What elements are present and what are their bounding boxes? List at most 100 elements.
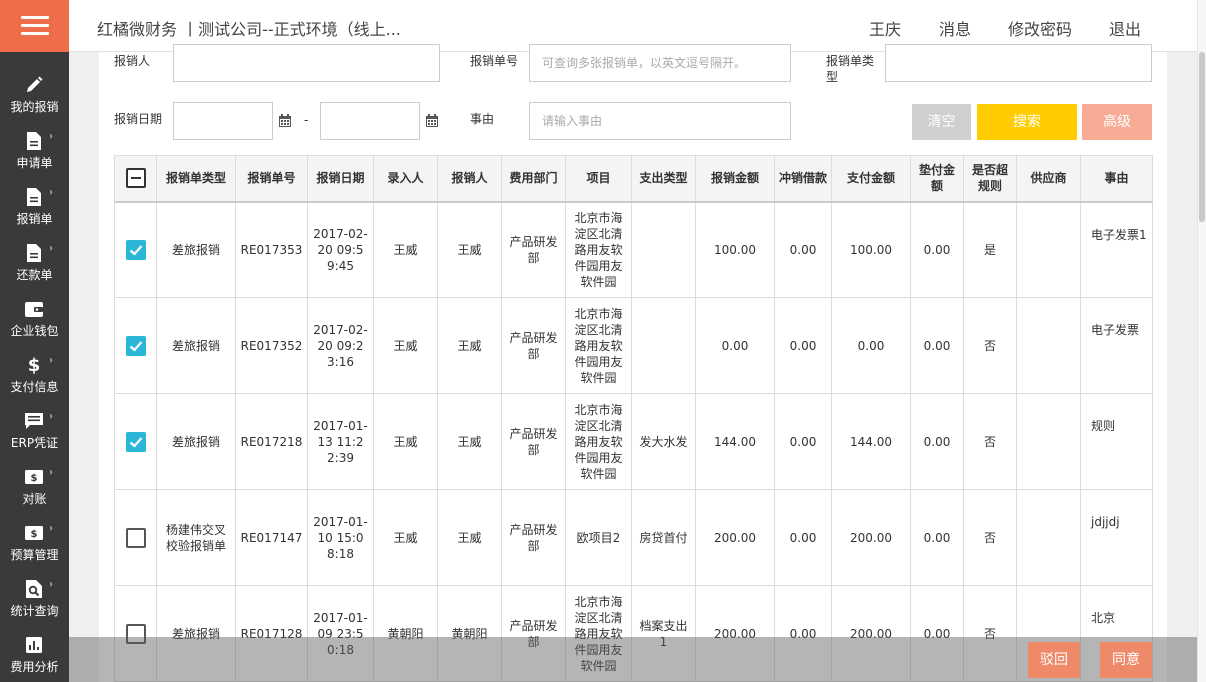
row-checkbox[interactable] xyxy=(125,239,146,260)
chevron-right-icon: › xyxy=(49,579,53,590)
cell-department: 产品研发部 xyxy=(501,393,566,490)
sidebar-item-label: ERP凭证 xyxy=(10,436,59,450)
sidebar-item-reconcile[interactable]: $ › 对账 xyxy=(0,454,69,510)
row-select-cell[interactable] xyxy=(114,201,157,298)
bar-chart-icon xyxy=(24,635,44,655)
sidebar-item-expense-analysis[interactable]: 费用分析 xyxy=(0,622,69,678)
column-header: 录入人 xyxy=(373,155,438,202)
cell-supplier xyxy=(1016,393,1081,490)
app-title: 红橘微财务 丨测试公司--正式环境（线上... xyxy=(97,20,401,39)
column-header: 报销金额 xyxy=(695,155,775,202)
chevron-right-icon: › xyxy=(49,411,53,422)
sidebar-item-label: 统计查询 xyxy=(10,604,59,618)
type-label: 报销单类型 xyxy=(826,54,875,84)
cell-expense-type: 发大水发 xyxy=(631,393,696,490)
cell-reimburser: 王威 xyxy=(437,489,502,586)
clear-button[interactable]: 清空 xyxy=(912,104,971,140)
sidebar-item-my-reimbursement[interactable]: 我的报销 xyxy=(0,62,69,118)
sidebar-item-label: 支付信息 xyxy=(10,380,59,394)
cell-entered-by: 王威 xyxy=(373,297,438,394)
menu-toggle-button[interactable] xyxy=(0,0,69,52)
pencil-icon xyxy=(24,75,44,95)
sidebar-item-label: 申请单 xyxy=(16,156,53,170)
approve-button[interactable]: 同意 xyxy=(1100,642,1152,678)
sidebar-item-label: 还款单 xyxy=(16,268,53,282)
column-header: 支出类型 xyxy=(631,155,696,202)
reimburser-input[interactable] xyxy=(173,44,440,82)
date-separator: - xyxy=(304,113,309,127)
cell-project: 北京市海淀区北清路用友软件园用友软件园 xyxy=(565,393,632,490)
user-name-link[interactable]: 王庆 xyxy=(869,16,901,40)
cell-entered-by: 王威 xyxy=(373,489,438,586)
sidebar-item-label: 预算管理 xyxy=(10,548,59,562)
messages-link[interactable]: 消息 xyxy=(939,16,971,40)
row-select-cell[interactable] xyxy=(114,393,157,490)
cell-expense-type xyxy=(631,201,696,298)
logout-link[interactable]: 退出 xyxy=(1109,16,1141,40)
cell-reimburser: 王威 xyxy=(437,393,502,490)
cell-expense-type xyxy=(631,297,696,394)
row-checkbox[interactable] xyxy=(125,431,146,452)
advanced-button[interactable]: 高级 xyxy=(1082,104,1152,140)
date-to-input[interactable] xyxy=(320,102,420,140)
number-input[interactable]: 可查询多张报销单，以英文逗号隔开。 xyxy=(529,44,791,82)
table-row[interactable]: 差旅报销 RE017218 2017-01-13 11:22:39 王威 王威 产品研发部… xyxy=(114,393,1153,490)
table-row[interactable]: 杨建伟交叉校验报销单 RE017147 2017-01-10 15:08:18 王威王… xyxy=(114,489,1153,586)
cell-date: 2017-01-10 15:08:18 xyxy=(307,489,374,586)
sidebar-item-repayment[interactable]: › 还款单 xyxy=(0,230,69,286)
sidebar-item-budget[interactable]: $ › 预算管理 xyxy=(0,510,69,566)
cell-reimburser: 王威 xyxy=(437,297,502,394)
column-header: 支付金额 xyxy=(831,155,911,202)
cell-reason: 电子发票1 xyxy=(1080,201,1153,298)
cell-paid: 100.00 xyxy=(831,201,911,298)
table-row[interactable]: 差旅报销 RE017352 2017-02-20 09:23:16 王威 王威 产品研发部… xyxy=(114,297,1153,394)
money-icon: $ xyxy=(24,467,44,487)
row-checkbox[interactable] xyxy=(125,335,146,356)
reason-input[interactable]: 请输入事由 xyxy=(529,102,791,140)
calendar-icon[interactable] xyxy=(278,113,292,127)
select-all-cell[interactable] xyxy=(114,155,157,202)
cell-date: 2017-01-13 11:22:39 xyxy=(307,393,374,490)
cell-number: RE017218 xyxy=(235,393,308,490)
sidebar-item-label: 对账 xyxy=(22,492,47,506)
search-button[interactable]: 搜索 xyxy=(977,104,1077,140)
column-header: 冲销借款 xyxy=(774,155,832,202)
date-from-input[interactable] xyxy=(173,102,273,140)
cell-over-rule: 否 xyxy=(963,297,1017,394)
change-password-link[interactable]: 修改密码 xyxy=(1008,16,1072,40)
sidebar-item-application[interactable]: › 申请单 xyxy=(0,118,69,174)
row-select-cell[interactable] xyxy=(114,489,157,586)
cell-entered-by: 王威 xyxy=(373,201,438,298)
page-scrollbar-thumb[interactable] xyxy=(1199,52,1205,222)
row-select-cell[interactable] xyxy=(114,297,157,394)
cell-amount: 144.00 xyxy=(695,393,775,490)
cell-type: 差旅报销 xyxy=(156,201,236,298)
sidebar-item-reimbursement[interactable]: › 报销单 xyxy=(0,174,69,230)
cell-expense-type: 房贷首付 xyxy=(631,489,696,586)
cell-entered-by: 王威 xyxy=(373,393,438,490)
row-checkbox[interactable] xyxy=(125,527,146,548)
dollar-icon: $ xyxy=(27,354,41,376)
column-header: 事由 xyxy=(1080,155,1153,202)
chevron-right-icon: › xyxy=(49,467,53,478)
cell-supplier xyxy=(1016,201,1081,298)
sidebar-item-label: 费用分析 xyxy=(10,660,59,674)
select-all-checkbox[interactable] xyxy=(125,168,146,189)
reject-button[interactable]: 驳回 xyxy=(1028,642,1080,678)
sidebar-item-statistics[interactable]: › 统计查询 xyxy=(0,566,69,622)
calendar-icon[interactable] xyxy=(425,113,439,127)
cell-department: 产品研发部 xyxy=(501,489,566,586)
cell-number: RE017147 xyxy=(235,489,308,586)
column-header: 费用部门 xyxy=(501,155,566,202)
cell-type: 差旅报销 xyxy=(156,297,236,394)
sidebar-item-erp-voucher[interactable]: › ERP凭证 xyxy=(0,398,69,454)
cell-type: 差旅报销 xyxy=(156,393,236,490)
cell-reason: jdjjdj xyxy=(1080,489,1153,586)
type-input[interactable] xyxy=(885,44,1152,82)
table-row[interactable]: 差旅报销 RE017353 2017-02-20 09:59:45 王威 王威 产品研发部… xyxy=(114,201,1153,298)
cell-offset: 0.00 xyxy=(774,201,832,298)
cell-advance: 0.00 xyxy=(910,201,964,298)
sidebar-item-wallet[interactable]: 企业钱包 xyxy=(0,286,69,342)
sidebar: 我的报销 › 申请单 › 报销单 › 还款单 企业钱包 $ › 支付信息 › E… xyxy=(0,0,69,682)
sidebar-item-payment-info[interactable]: $ › 支付信息 xyxy=(0,342,69,398)
